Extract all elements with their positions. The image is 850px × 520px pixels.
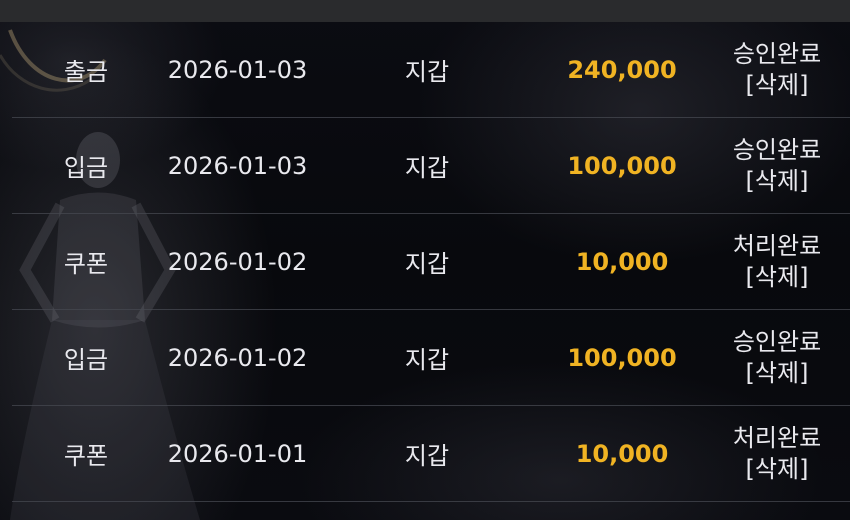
status-cell: 처리완료 [삭제] [712,214,842,309]
transaction-type: 입금 [63,346,109,374]
wallet-label: 지갑 [404,58,450,86]
transaction-table: 출금 2026-01-03 지갑 240,000 승인완료 [삭제] 입금 20… [12,22,850,502]
transaction-history-screen: 출금 2026-01-03 지갑 240,000 승인완료 [삭제] 입금 20… [0,0,850,520]
status-cell: 승인완료 [삭제] [712,22,842,117]
transaction-date: 2026-01-01 [167,439,308,468]
table-row: 입금 2026-01-03 지갑 100,000 승인완료 [삭제] [12,118,850,214]
table-row: 출금 2026-01-03 지갑 240,000 승인완료 [삭제] [12,22,850,118]
transaction-date: 2026-01-03 [167,55,308,84]
delete-link[interactable]: [삭제] [746,454,809,485]
top-bar [0,0,850,22]
delete-link[interactable]: [삭제] [746,70,809,101]
status-text: 승인완료 [732,135,822,164]
transaction-amount: 240,000 [567,55,677,84]
transaction-amount: 100,000 [567,151,677,180]
transaction-date: 2026-01-03 [167,151,308,180]
status-cell: 승인완료 [삭제] [712,310,842,405]
wallet-label: 지갑 [404,250,450,278]
table-row: 쿠폰 2026-01-02 지갑 10,000 처리완료 [삭제] [12,214,850,310]
wallet-label: 지갑 [404,154,450,182]
status-text: 처리완료 [732,423,822,452]
transaction-type: 입금 [63,154,109,182]
transaction-amount: 10,000 [575,439,669,468]
table-row: 쿠폰 2026-01-01 지갑 10,000 처리완료 [삭제] [12,406,850,502]
transaction-date: 2026-01-02 [167,247,308,276]
transaction-date: 2026-01-02 [167,343,308,372]
delete-link[interactable]: [삭제] [746,262,809,293]
wallet-label: 지갑 [404,346,450,374]
transaction-amount: 100,000 [567,343,677,372]
transaction-type: 출금 [63,58,109,86]
status-cell: 승인완료 [삭제] [712,118,842,213]
delete-link[interactable]: [삭제] [746,358,809,389]
status-text: 승인완료 [732,327,822,356]
table-row: 입금 2026-01-02 지갑 100,000 승인완료 [삭제] [12,310,850,406]
delete-link[interactable]: [삭제] [746,166,809,197]
wallet-label: 지갑 [404,442,450,470]
status-text: 처리완료 [732,231,822,260]
transaction-type: 쿠폰 [63,442,109,470]
status-text: 승인완료 [732,39,822,68]
status-cell: 처리완료 [삭제] [712,406,842,501]
transaction-amount: 10,000 [575,247,669,276]
transaction-type: 쿠폰 [63,250,109,278]
